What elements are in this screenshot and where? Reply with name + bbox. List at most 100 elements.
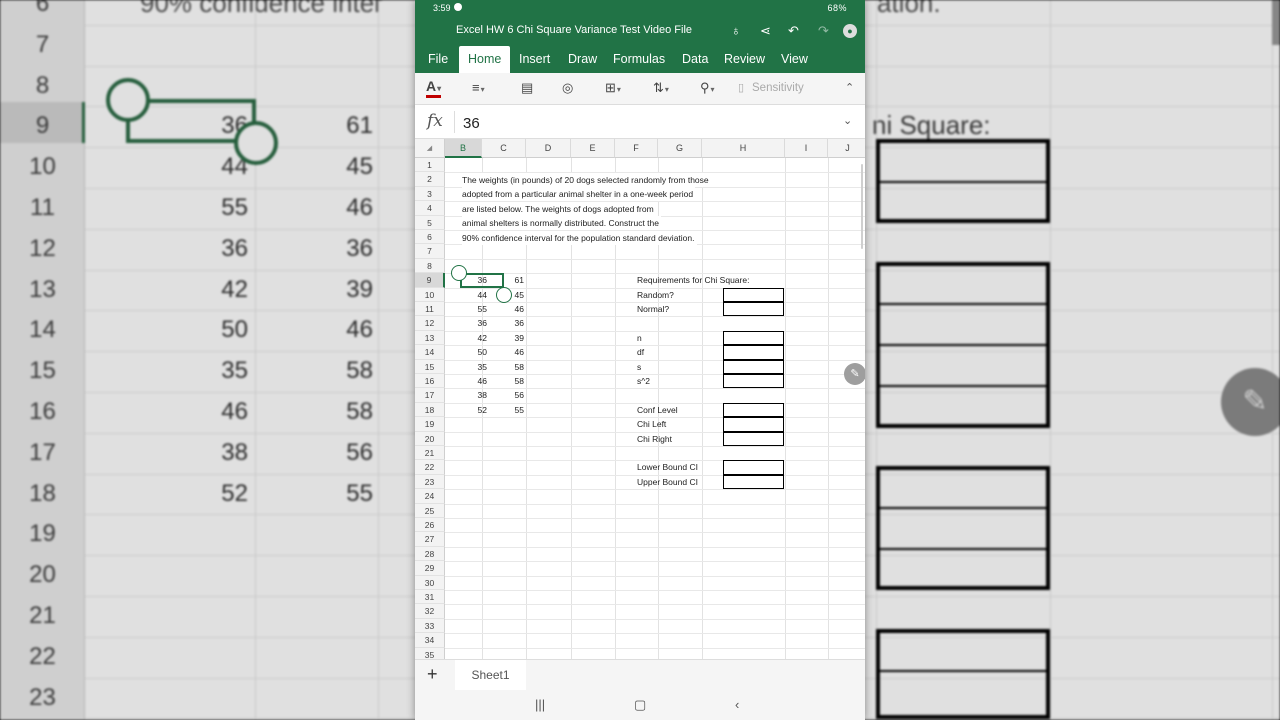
row-header-7[interactable]: 7 — [415, 244, 445, 259]
column-header-g[interactable]: G — [658, 139, 702, 158]
row-header-34[interactable]: 34 — [415, 633, 445, 648]
row-header-16[interactable]: 16 — [415, 374, 445, 389]
row-header-31[interactable]: 31 — [415, 590, 445, 605]
cell-b-16[interactable]: 46 — [445, 374, 487, 388]
row-header-20[interactable]: 20 — [415, 431, 445, 446]
share-icon[interactable]: ⋖ — [760, 23, 771, 39]
cell-b-12[interactable]: 36 — [445, 316, 487, 330]
cell-b-18[interactable]: 52 — [445, 403, 487, 417]
row-header-18[interactable]: 18 — [415, 402, 445, 418]
row-header-14[interactable]: 14 — [415, 345, 445, 360]
spreadsheet-grid[interactable]: ◢ B C D E F G H I J 1 2 3 4 5 6 7 8 9 10 11 12 13 14 15 16 17 18 19… — [415, 139, 865, 659]
row-header-22[interactable]: 22 — [415, 460, 445, 475]
answer-box-h22[interactable] — [723, 460, 784, 475]
row-header-30[interactable]: 30 — [415, 575, 445, 590]
edit-pencil-icon[interactable]: ✎ — [844, 363, 865, 385]
row-header-26[interactable]: 26 — [415, 518, 445, 533]
sensitivity-button[interactable]: Sensitivity — [752, 82, 804, 94]
formula-input[interactable]: 36 — [463, 115, 480, 132]
column-header-e[interactable]: E — [571, 139, 615, 158]
row-header-13[interactable]: 13 — [415, 330, 445, 346]
column-header-f[interactable]: F — [615, 139, 658, 158]
row-header-6[interactable]: 6 — [415, 230, 445, 245]
cell-c-16[interactable]: 58 — [482, 374, 524, 388]
row-header-33[interactable]: 33 — [415, 618, 445, 634]
answer-box-h13[interactable] — [723, 330, 784, 346]
tab-review[interactable]: Review — [722, 46, 767, 73]
answer-box-h23[interactable] — [723, 474, 784, 490]
number-format-icon[interactable]: ◎ — [562, 80, 573, 96]
answer-box-h14[interactable] — [723, 345, 784, 360]
cell-c-17[interactable]: 56 — [482, 388, 524, 402]
row-header-8[interactable]: 8 — [415, 258, 445, 274]
format-painter-icon[interactable]: ▤ — [521, 80, 533, 96]
cell-c-12[interactable]: 36 — [482, 316, 524, 330]
function-icon[interactable]: fx — [427, 111, 443, 131]
cell-b-14[interactable]: 50 — [445, 345, 487, 359]
row-header-17[interactable]: 17 — [415, 388, 445, 403]
tab-file[interactable]: File — [426, 46, 450, 73]
cell-b-17[interactable]: 38 — [445, 388, 487, 402]
row-header-4[interactable]: 4 — [415, 201, 445, 216]
cell-b-13[interactable]: 42 — [445, 331, 487, 345]
row-header-15[interactable]: 15 — [415, 359, 445, 374]
row-header-2[interactable]: 2 — [415, 172, 445, 187]
column-header-d[interactable]: D — [526, 139, 571, 158]
answer-box-h15[interactable] — [723, 359, 784, 374]
column-header-i[interactable]: I — [785, 139, 828, 158]
row-header-32[interactable]: 32 — [415, 604, 445, 619]
answer-box-h18[interactable] — [723, 402, 784, 418]
tab-draw[interactable]: Draw — [566, 46, 599, 73]
tab-home[interactable]: Home — [459, 46, 511, 73]
answer-box-h20[interactable] — [723, 431, 784, 446]
recent-apps-icon[interactable]: ||| — [535, 697, 545, 712]
tab-data[interactable]: Data — [680, 46, 710, 73]
undo-icon[interactable]: ↶ — [788, 23, 799, 39]
search-icon[interactable]: ⚲▾ — [700, 80, 715, 96]
row-header-19[interactable]: 19 — [415, 417, 445, 432]
cell-b-11[interactable]: 55 — [445, 302, 487, 316]
add-sheet-button[interactable]: + — [427, 664, 438, 685]
cell-b-10[interactable]: 44 — [445, 288, 487, 302]
sheet-tab-sheet1[interactable]: Sheet1 — [455, 660, 526, 691]
cell-c-15[interactable]: 58 — [482, 360, 524, 374]
answer-box-h11[interactable] — [723, 302, 784, 317]
row-header-28[interactable]: 28 — [415, 546, 445, 562]
redo-icon[interactable]: ↷ — [818, 23, 829, 39]
vertical-scrollbar[interactable] — [861, 164, 863, 249]
answer-box-h10[interactable] — [723, 287, 784, 302]
row-header-27[interactable]: 27 — [415, 532, 445, 547]
tab-view[interactable]: View — [779, 46, 810, 73]
row-header-10[interactable]: 10 — [415, 287, 445, 302]
lightbulb-icon[interactable]: ♁ — [731, 23, 741, 38]
selection-handle-end[interactable] — [496, 286, 512, 303]
row-header-12[interactable]: 12 — [415, 316, 445, 331]
answer-box-h19[interactable] — [723, 417, 784, 432]
row-header-5[interactable]: 5 — [415, 215, 445, 230]
expand-formula-icon[interactable]: ⌄ — [843, 114, 852, 127]
collapse-ribbon-icon[interactable]: ⌃ — [845, 81, 854, 94]
account-icon[interactable]: ● — [843, 24, 857, 38]
align-button[interactable]: ≡▾ — [472, 80, 485, 95]
cell-c-18[interactable]: 55 — [482, 403, 524, 417]
select-all-corner[interactable]: ◢ — [415, 139, 445, 158]
row-header-29[interactable]: 29 — [415, 561, 445, 576]
insert-delete-cells-button[interactable]: ⊞▾ — [605, 80, 621, 96]
row-header-21[interactable]: 21 — [415, 446, 445, 461]
cell-c-14[interactable]: 46 — [482, 345, 524, 359]
cell-b-15[interactable]: 35 — [445, 360, 487, 374]
row-header-9[interactable]: 9 — [415, 273, 445, 288]
home-icon[interactable]: ▢ — [634, 697, 646, 713]
row-header-24[interactable]: 24 — [415, 489, 445, 504]
row-header-23[interactable]: 23 — [415, 474, 445, 490]
row-header-35[interactable]: 35 — [415, 647, 445, 659]
row-header-25[interactable]: 25 — [415, 503, 445, 518]
cell-c-11[interactable]: 46 — [482, 302, 524, 316]
back-icon[interactable]: ‹ — [735, 697, 739, 712]
tab-formulas[interactable]: Formulas — [611, 46, 667, 73]
row-header-3[interactable]: 3 — [415, 186, 445, 202]
tab-insert[interactable]: Insert — [517, 46, 552, 73]
row-header-11[interactable]: 11 — [415, 302, 445, 317]
cell-c-13[interactable]: 39 — [482, 331, 524, 345]
sort-filter-button[interactable]: ⇅▾ — [653, 80, 669, 96]
